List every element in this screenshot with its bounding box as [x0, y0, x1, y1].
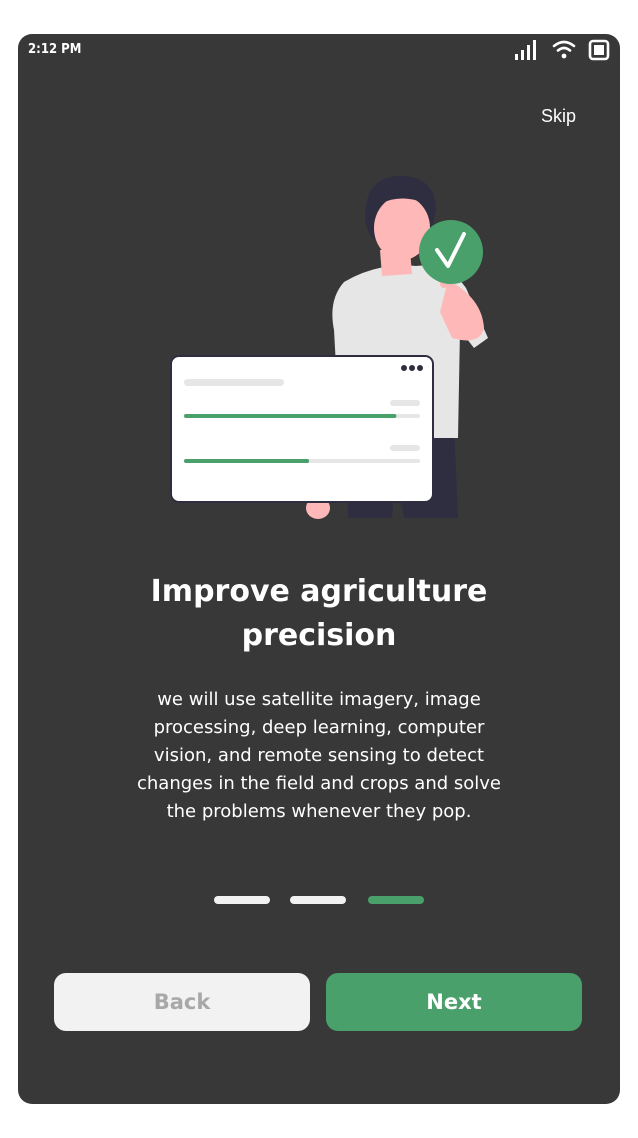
progress-fill-2 — [184, 459, 310, 463]
status-bar: 2:12 PM — [18, 34, 620, 68]
more-options-icon-dot1 — [401, 365, 407, 371]
skip-button[interactable]: Skip — [541, 106, 576, 127]
progress-card — [170, 355, 434, 503]
description-line: we will use satellite imagery, image — [157, 689, 481, 710]
description: we will use satellite imagery, image pro… — [108, 686, 530, 826]
progress-fill-1 — [184, 414, 397, 418]
back-button[interactable]: Back — [54, 973, 310, 1031]
title-line-1: Improve agriculture — [150, 574, 488, 609]
onboarding-screen: 2:12 PM Skip Improve agriculture precisi… — [18, 34, 620, 1104]
page-dot-1[interactable] — [214, 896, 270, 904]
wifi-icon — [552, 40, 576, 59]
status-time: 2:12 PM — [28, 42, 82, 57]
description-line: the problems whenever they pop. — [166, 801, 472, 822]
description-line: vision, and remote sensing to detect — [153, 745, 485, 766]
description-line: processing, deep learning, computer — [153, 717, 485, 738]
next-button[interactable]: Next — [326, 973, 582, 1031]
page-dot-2[interactable] — [290, 896, 346, 904]
title-line-2: precision — [241, 618, 397, 653]
more-options-icon-dot2 — [409, 365, 415, 371]
page-dot-3[interactable] — [368, 896, 424, 904]
signal-icon — [515, 40, 536, 60]
onboarding-illustration — [170, 175, 488, 519]
more-options-icon-dot3 — [417, 365, 423, 371]
description-line: changes in the field and crops and solve — [136, 773, 502, 794]
battery-icon — [588, 39, 610, 61]
status-icons — [514, 38, 610, 62]
page-title: Improve agriculture precision — [78, 570, 560, 658]
page-indicator — [212, 896, 432, 908]
checkmark-icon — [419, 220, 483, 284]
